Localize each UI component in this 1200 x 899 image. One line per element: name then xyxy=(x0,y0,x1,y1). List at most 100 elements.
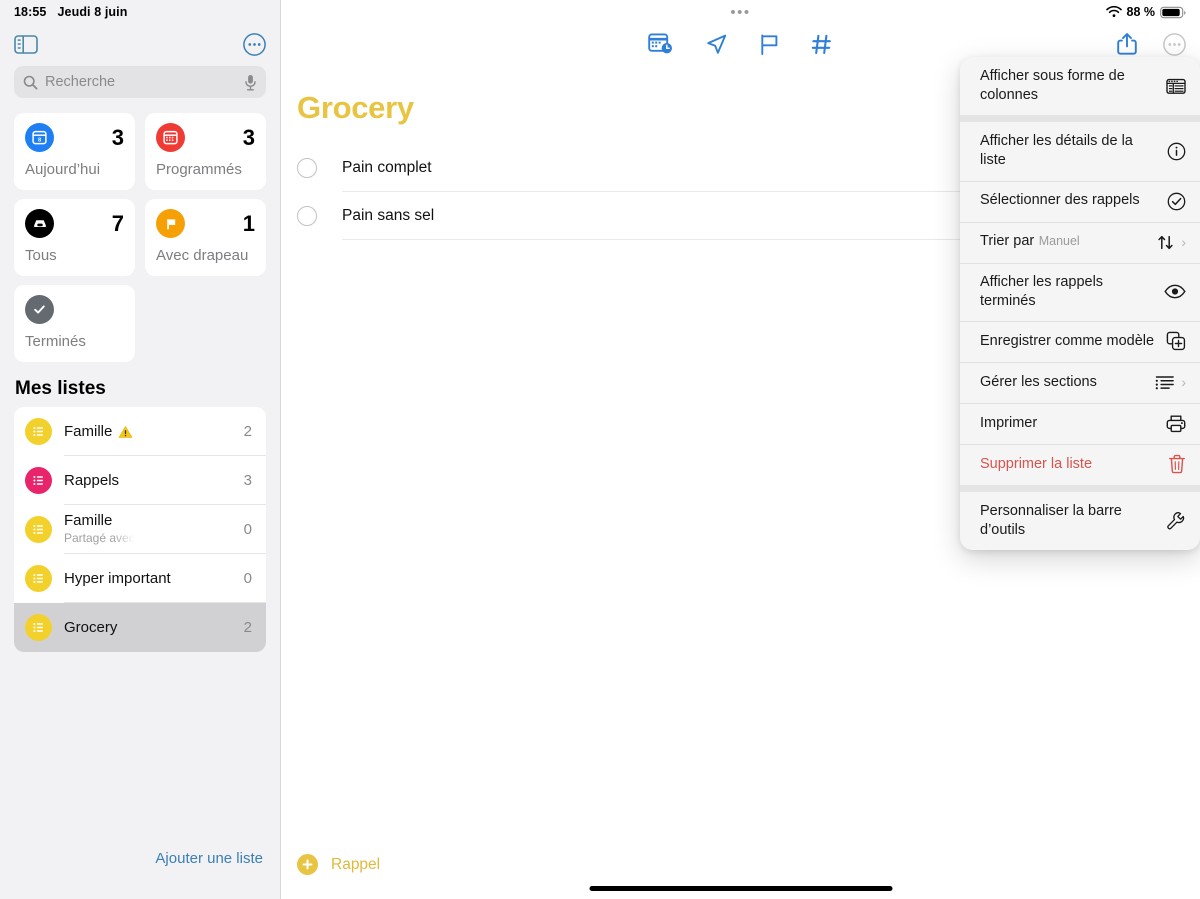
share-icon[interactable] xyxy=(1117,32,1137,56)
sidebar-toggle-icon[interactable] xyxy=(14,34,38,54)
menu-item-select-reminders[interactable]: Sélectionner des rappels xyxy=(960,180,1200,222)
list-item[interactable]: Famille 2 xyxy=(14,407,266,456)
list-item-count: 2 xyxy=(243,423,252,440)
status-bar-right: ••• 88 % xyxy=(281,0,1200,24)
list-item-subtitle: Partagé avec xyxy=(64,531,135,545)
menu-separator xyxy=(960,115,1200,123)
menu-item-manage-sections[interactable]: Gérer les sections › xyxy=(960,361,1200,403)
list-color-icon xyxy=(25,614,52,641)
menu-group-main: Afficher les détails de la liste Sélecti… xyxy=(960,122,1200,485)
smart-card-count: 3 xyxy=(111,124,124,150)
menu-item-sublabel: Manuel xyxy=(1038,234,1080,249)
more-circle-icon[interactable] xyxy=(1163,32,1186,56)
menu-item-label: Personnaliser la barre d’outils xyxy=(980,502,1122,538)
plus-circle-icon xyxy=(297,854,318,875)
menu-item-delete-list[interactable]: Supprimer la liste xyxy=(960,443,1200,485)
list-item-count: 3 xyxy=(243,472,252,489)
list-item[interactable]: Rappels 3 xyxy=(14,456,266,505)
menu-item-show-as-columns[interactable]: Afficher sous forme de colonnes xyxy=(960,57,1200,115)
wifi-icon xyxy=(1105,6,1122,18)
list-color-icon xyxy=(25,467,52,494)
chevron-right-icon: › xyxy=(1181,374,1186,391)
info-circle-icon xyxy=(1167,142,1186,161)
smart-card-label: Tous xyxy=(25,247,57,264)
list-item-count: 0 xyxy=(243,570,252,587)
my-lists-heading: Mes listes xyxy=(15,378,106,399)
battery-percent: 88 % xyxy=(1126,5,1156,19)
printer-icon xyxy=(1166,414,1186,433)
location-arrow-icon[interactable] xyxy=(705,33,728,56)
add-reminder-button[interactable]: Rappel xyxy=(297,854,380,875)
menu-item-label: Enregistrer comme modèle xyxy=(980,332,1155,349)
calendar-icon xyxy=(156,123,185,152)
columns-view-icon xyxy=(1166,78,1186,95)
add-reminder-label: Rappel xyxy=(331,855,381,873)
checkmark-icon xyxy=(25,295,54,324)
menu-item-label: Trier par xyxy=(980,233,1035,250)
menu-item-show-list-details[interactable]: Afficher les détails de la liste xyxy=(960,122,1200,180)
smart-lists-grid: 8 3 Aujourd’hui 3 Programmés 7 Tous 1 Av… xyxy=(14,113,266,362)
smart-card-flagged[interactable]: 1 Avec drapeau xyxy=(145,199,266,276)
home-indicator xyxy=(589,886,892,891)
status-bar-left: 18:55 Jeudi 8 juin xyxy=(0,0,280,24)
flag-icon xyxy=(156,209,185,238)
smart-card-today[interactable]: 8 3 Aujourd’hui xyxy=(14,113,135,190)
list-item-grocery[interactable]: Grocery 2 xyxy=(14,603,266,652)
wrench-icon xyxy=(1166,511,1186,531)
search-icon xyxy=(23,75,38,90)
menu-item-sort-by[interactable]: Trier par Manuel › xyxy=(960,221,1200,263)
list-item[interactable]: Hyper important 0 xyxy=(14,554,266,603)
flag-outline-icon[interactable] xyxy=(759,33,780,56)
smart-card-label: Avec drapeau xyxy=(156,247,249,264)
list-item-label: Famille xyxy=(64,423,113,440)
search-bar[interactable] xyxy=(14,66,266,98)
sidebar-toolbar xyxy=(0,24,280,64)
smart-card-label: Terminés xyxy=(25,333,86,350)
status-date: Jeudi 8 juin xyxy=(57,5,128,19)
menu-group-customize: Personnaliser la barre d’outils xyxy=(960,491,1200,550)
more-circle-icon[interactable] xyxy=(243,32,266,56)
list-item-label: Famille xyxy=(64,512,113,529)
main-content: ••• 88 % Grocery Pain complet Pain sans … xyxy=(281,0,1200,899)
chevron-right-icon: › xyxy=(1181,234,1186,250)
smart-card-count: 1 xyxy=(242,210,255,236)
menu-item-label: Afficher les rappels terminés xyxy=(980,273,1104,309)
calendar-clock-icon[interactable] xyxy=(648,32,674,56)
reminder-text[interactable]: Pain complet xyxy=(342,159,432,177)
reminder-checkbox[interactable] xyxy=(297,206,317,226)
menu-separator xyxy=(960,484,1200,492)
list-item-label: Hyper important xyxy=(64,570,171,587)
list-color-icon xyxy=(25,565,52,592)
smart-card-all[interactable]: 7 Tous xyxy=(14,199,135,276)
microphone-icon[interactable] xyxy=(244,74,257,91)
smart-card-label: Aujourd’hui xyxy=(25,161,101,178)
smart-card-scheduled[interactable]: 3 Programmés xyxy=(145,113,266,190)
hashtag-icon[interactable] xyxy=(811,33,833,56)
menu-item-customize-toolbar[interactable]: Personnaliser la barre d’outils xyxy=(960,492,1200,550)
menu-item-label: Supprimer la liste xyxy=(980,455,1093,472)
menu-item-save-as-template[interactable]: Enregistrer comme modèle xyxy=(960,320,1200,362)
trash-icon xyxy=(1168,454,1186,474)
battery-icon xyxy=(1160,6,1186,19)
reminder-text[interactable]: Pain sans sel xyxy=(342,207,434,225)
menu-item-show-completed[interactable]: Afficher les rappels terminés xyxy=(960,262,1200,321)
menu-item-label: Imprimer xyxy=(980,414,1038,431)
menu-item-print[interactable]: Imprimer xyxy=(960,402,1200,444)
menu-item-label: Gérer les sections xyxy=(980,373,1097,390)
sections-icon xyxy=(1155,375,1175,390)
search-input[interactable] xyxy=(45,74,237,90)
list-item-count: 0 xyxy=(243,521,252,538)
smart-card-completed[interactable]: Terminés xyxy=(14,285,135,362)
add-list-button[interactable]: Ajouter une liste xyxy=(155,850,263,867)
my-lists-container: Famille 2 Rappels 3 Famille Partagé avec… xyxy=(14,407,266,652)
window-grabber[interactable]: ••• xyxy=(730,5,750,20)
list-item[interactable]: Famille Partagé avec 0 xyxy=(14,505,266,554)
reminder-checkbox[interactable] xyxy=(297,158,317,178)
list-color-icon xyxy=(25,516,52,543)
smart-card-label: Programmés xyxy=(156,161,242,178)
menu-item-label: Afficher les détails de la liste xyxy=(980,133,1133,169)
list-item-count: 2 xyxy=(243,619,252,636)
status-time: 18:55 xyxy=(14,5,47,19)
list-item-label: Grocery xyxy=(64,619,118,636)
eye-icon xyxy=(1164,284,1186,299)
